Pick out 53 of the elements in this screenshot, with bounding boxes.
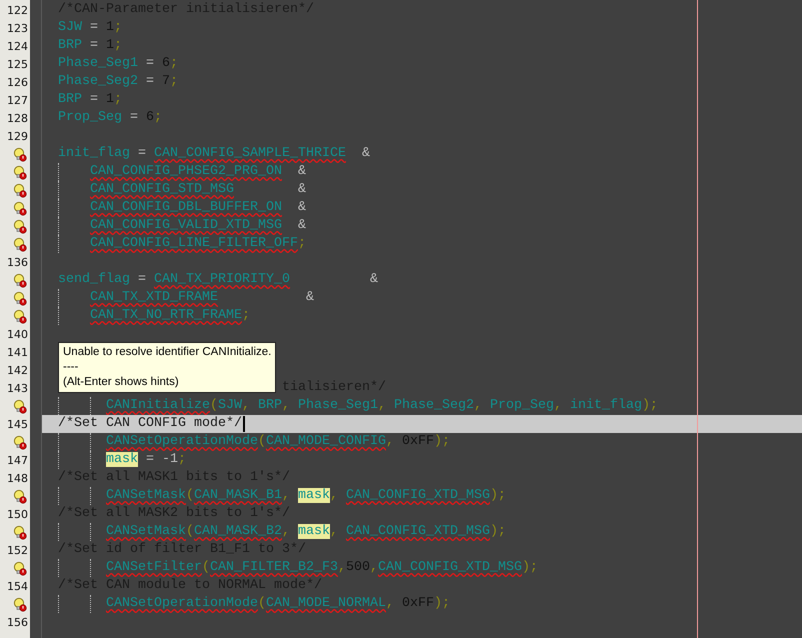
- error-hint-icon[interactable]: [13, 290, 27, 306]
- error-hint-icon[interactable]: [13, 398, 27, 414]
- error-hint-icon[interactable]: [13, 272, 27, 288]
- code-line: CAN_CONFIG_VALID_XTD_MSG &: [90, 218, 306, 234]
- code-line: CAN_CONFIG_PHSEG2_PRG_ON &: [90, 164, 306, 180]
- line-number: 126: [7, 76, 28, 88]
- error-hint-icon[interactable]: [13, 560, 27, 576]
- line-number: 125: [7, 58, 28, 70]
- code-line: init_flag = CAN_CONFIG_SAMPLE_THRICE &: [58, 146, 370, 162]
- error-hint-icon[interactable]: [13, 596, 27, 612]
- line-number: 148: [7, 472, 28, 484]
- line-number: 128: [7, 112, 28, 124]
- line-number: 154: [7, 580, 28, 592]
- line-number: 143: [7, 382, 28, 394]
- text-cursor: [242, 416, 245, 432]
- line-number: 122: [7, 4, 28, 16]
- error-hint-icon[interactable]: [13, 182, 27, 198]
- code-line: CAN_CONFIG_DBL_BUFFER_ON &: [90, 200, 306, 216]
- error-hint-icon[interactable]: [13, 218, 27, 234]
- line-number: 141: [7, 346, 28, 358]
- tooltip-text: Unable to resolve identifier CANInitialize.: [63, 345, 272, 360]
- line-number: 124: [7, 40, 28, 52]
- line-number: 129: [7, 130, 28, 142]
- line-number: 145: [7, 418, 28, 430]
- code-line: CAN_CONFIG_STD_MSG &: [90, 182, 306, 198]
- line-number: 140: [7, 328, 28, 340]
- error-hint-icon[interactable]: [13, 524, 27, 540]
- error-hint-icon[interactable]: [13, 200, 27, 216]
- error-hint-icon[interactable]: [13, 146, 27, 162]
- line-number: 147: [7, 454, 28, 466]
- error-hint-icon[interactable]: [13, 488, 27, 504]
- code-line: mask = -1;: [106, 452, 186, 468]
- line-number: 142: [7, 364, 28, 376]
- code-line: CAN_CONFIG_LINE_FILTER_OFF;: [90, 236, 306, 252]
- line-number: 156: [7, 616, 28, 628]
- line-number: 152: [7, 544, 28, 556]
- code-line: send_flag = CAN_TX_PRIORITY_0 &: [58, 272, 378, 288]
- code-line: CAN_TX_NO_RTR_FRAME;: [90, 308, 250, 324]
- code-line: CANInitialize(SJW, BRP, Phase_Seg1, Phase_Seg2, Prop_Seg, init_flag);: [106, 398, 658, 414]
- code-line: CAN_TX_XTD_FRAME &: [90, 290, 314, 306]
- line-number: 123: [7, 22, 28, 34]
- line-number: 150: [7, 508, 28, 520]
- error-hint-icon[interactable]: [13, 434, 27, 450]
- line-number: 136: [7, 256, 28, 268]
- line-number: 127: [7, 94, 28, 106]
- error-hint-icon[interactable]: [13, 164, 27, 180]
- error-hint-icon[interactable]: [13, 308, 27, 324]
- code-line: CANSetMask(CAN_MASK_B1, mask, CAN_CONFIG_XTD_MSG);: [106, 488, 506, 504]
- tooltip-text: ----: [63, 360, 80, 375]
- code-line: CANSetMask(CAN_MASK_B2, mask, CAN_CONFIG_XTD_MSG);: [106, 524, 506, 540]
- tooltip-text: (Alt-Enter shows hints): [63, 375, 180, 390]
- error-hint-icon[interactable]: [13, 236, 27, 252]
- code-line: /*Set CAN CONFIG mode*/: [58, 416, 242, 432]
